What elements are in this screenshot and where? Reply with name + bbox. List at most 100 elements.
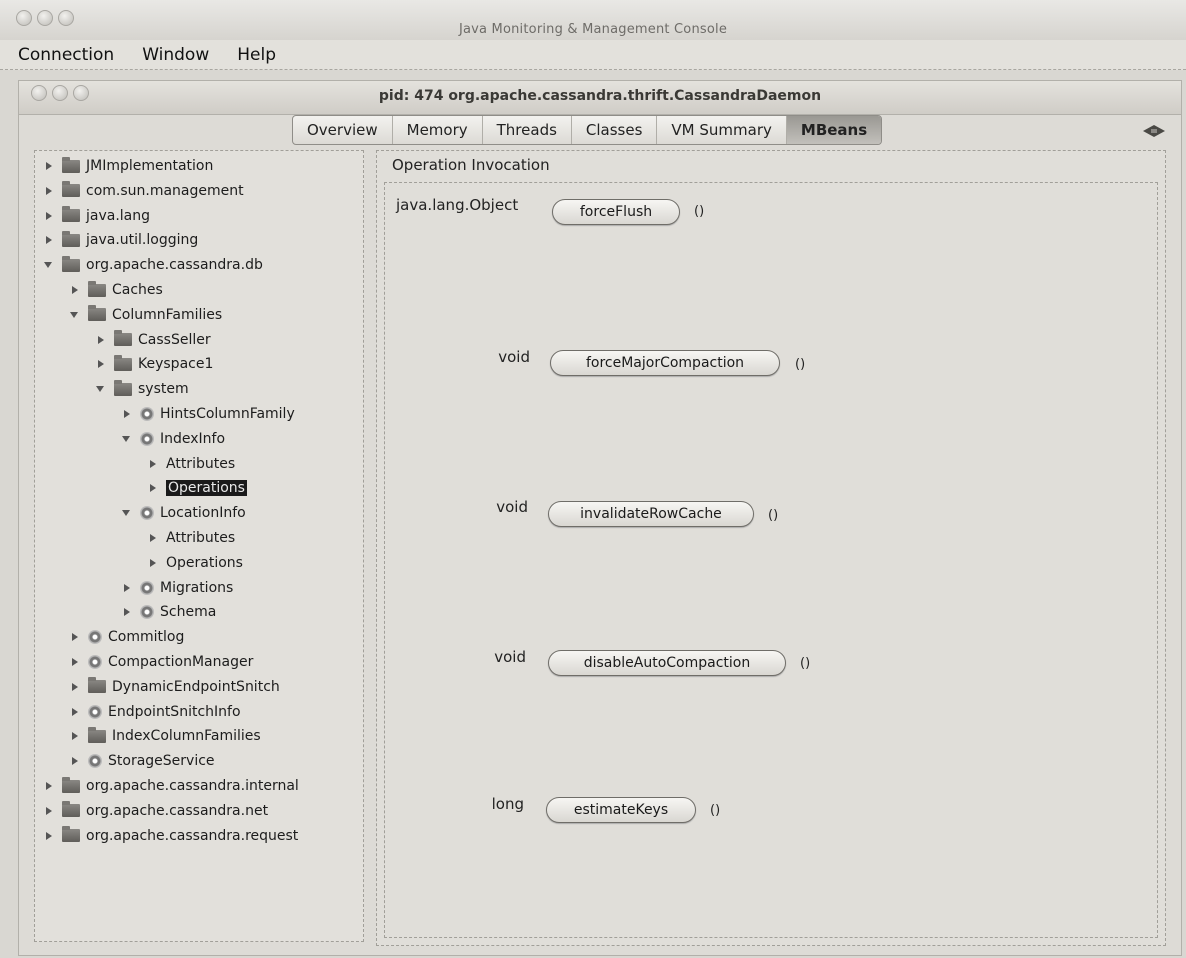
bean-icon	[88, 630, 102, 645]
tree-item[interactable]: IndexInfo	[122, 428, 225, 450]
tree-item[interactable]: CompactionManager	[70, 651, 253, 673]
tree-item[interactable]: java.lang	[44, 205, 150, 227]
tree-item-label: CassSeller	[138, 331, 211, 348]
expand-arrow-icon[interactable]	[122, 409, 132, 419]
expand-arrow-icon[interactable]	[70, 632, 80, 642]
tree-item[interactable]: Caches	[70, 279, 163, 301]
expand-arrow-icon[interactable]	[148, 558, 158, 568]
folder-icon	[62, 826, 80, 843]
tree-item-label: IndexInfo	[160, 430, 226, 447]
collapse-arrow-icon[interactable]	[70, 310, 80, 320]
expand-arrow-icon[interactable]	[70, 285, 80, 295]
tree-item[interactable]: EndpointSnitchInfo	[70, 701, 241, 723]
tree-item[interactable]: IndexColumnFamilies	[70, 725, 261, 747]
tab-vm-summary[interactable]: VM Summary	[657, 116, 787, 144]
tree-item[interactable]: Keyspace1	[96, 353, 213, 375]
expand-arrow-icon[interactable]	[44, 161, 54, 171]
folder-icon	[62, 230, 80, 247]
operation-button-forceflush[interactable]: forceFlush	[552, 199, 680, 225]
expand-arrow-icon[interactable]	[96, 359, 106, 369]
tree-item[interactable]: StorageService	[70, 750, 215, 772]
app-title: Java Monitoring & Management Console	[458, 22, 728, 37]
connection-status-icon	[1143, 125, 1165, 137]
tab-threads[interactable]: Threads	[483, 116, 572, 144]
bean-icon	[140, 407, 154, 421]
expand-arrow-icon[interactable]	[44, 806, 54, 816]
collapse-arrow-icon[interactable]	[122, 434, 132, 444]
expand-arrow-icon[interactable]	[44, 235, 54, 245]
operation-params: ()	[800, 656, 811, 671]
folder-icon	[62, 776, 80, 793]
tree-item-label: java.util.logging	[86, 232, 199, 249]
operation-params: ()	[795, 357, 806, 372]
folder-icon	[114, 379, 132, 396]
tree-item[interactable]: ColumnFamilies	[70, 304, 222, 326]
tab-classes[interactable]: Classes	[572, 116, 658, 144]
tree-item[interactable]: JMImplementation	[44, 155, 213, 177]
tree-item-label: org.apache.cassandra.net	[86, 802, 269, 819]
bean-icon	[140, 605, 154, 620]
tree-item[interactable]: system	[96, 378, 189, 400]
tree-item-label: org.apache.cassandra.internal	[86, 778, 299, 794]
expand-arrow-icon[interactable]	[44, 831, 54, 841]
tree-item-label: system	[138, 381, 189, 398]
tab-memory[interactable]: Memory	[393, 116, 483, 144]
expand-arrow-icon[interactable]	[44, 186, 54, 196]
tree-item[interactable]: org.apache.cassandra.db	[44, 254, 263, 276]
operation-params: ()	[768, 508, 779, 523]
expand-arrow-icon[interactable]	[70, 657, 80, 667]
menu-window[interactable]: Window	[142, 45, 209, 65]
tree-item[interactable]: Commitlog	[70, 626, 184, 648]
operation-button-forcemajorcompaction[interactable]: forceMajorCompaction	[550, 350, 780, 376]
tree-item[interactable]: CassSeller	[96, 329, 211, 351]
tree-item[interactable]: Operations	[148, 552, 243, 574]
tree-item[interactable]: org.apache.cassandra.net	[44, 800, 268, 822]
expand-arrow-icon[interactable]	[148, 533, 158, 543]
expand-arrow-icon[interactable]	[70, 731, 80, 741]
tree-item-label: ColumnFamilies	[112, 306, 223, 323]
tree-item[interactable]: LocationInfo	[122, 502, 246, 524]
menu-help[interactable]: Help	[237, 45, 276, 65]
folder-icon	[114, 330, 132, 347]
app-titlebar: Java Monitoring & Management Console	[0, 0, 1186, 41]
tree-item-label: Schema	[160, 604, 217, 621]
collapse-arrow-icon[interactable]	[122, 508, 132, 518]
tree-item[interactable]: org.apache.cassandra.internal	[44, 775, 299, 797]
operation-return-type: java.lang.Object	[396, 196, 519, 214]
tree-item[interactable]: Migrations	[122, 577, 233, 599]
operation-params: ()	[694, 204, 705, 219]
operation-button-disableautocompaction[interactable]: disableAutoCompaction	[548, 650, 786, 676]
expand-arrow-icon[interactable]	[148, 459, 158, 469]
expand-arrow-icon[interactable]	[96, 335, 106, 345]
expand-arrow-icon[interactable]	[122, 583, 132, 593]
folder-icon	[62, 181, 80, 198]
expand-arrow-icon[interactable]	[70, 682, 80, 692]
bean-icon	[140, 431, 154, 446]
folder-icon	[62, 801, 80, 818]
tree-item[interactable]: Attributes	[148, 453, 235, 475]
tree-item[interactable]: Schema	[122, 601, 216, 623]
expand-arrow-icon[interactable]	[44, 781, 54, 791]
tree-item[interactable]: java.util.logging	[44, 229, 198, 251]
expand-arrow-icon[interactable]	[122, 607, 132, 617]
tab-overview[interactable]: Overview	[293, 116, 393, 144]
tree-item[interactable]: org.apache.cassandra.request	[44, 825, 298, 847]
expand-arrow-icon[interactable]	[70, 756, 80, 766]
expand-arrow-icon[interactable]	[148, 483, 158, 493]
inner-window-title: pid: 474 org.apache.cassandra.thrift.Cas…	[378, 88, 822, 104]
tree-item[interactable]: DynamicEndpointSnitch	[70, 676, 280, 698]
collapse-arrow-icon[interactable]	[44, 260, 54, 270]
tree-item[interactable]: com.sun.management	[44, 180, 244, 202]
operation-button-invalidaterowcache[interactable]: invalidateRowCache	[548, 501, 754, 527]
tree-item[interactable]: Attributes	[148, 527, 235, 549]
tree-item-label: Migrations	[160, 579, 234, 596]
operation-button-estimatekeys[interactable]: estimateKeys	[546, 797, 696, 823]
tree-item[interactable]: Operations	[148, 477, 247, 499]
tree-item[interactable]: HintsColumnFamily	[122, 403, 295, 425]
menu-connection[interactable]: Connection	[18, 45, 114, 65]
expand-arrow-icon[interactable]	[70, 707, 80, 717]
bean-icon	[140, 506, 154, 521]
expand-arrow-icon[interactable]	[44, 211, 54, 221]
collapse-arrow-icon[interactable]	[96, 384, 106, 394]
tab-mbeans[interactable]: MBeans	[786, 116, 882, 144]
